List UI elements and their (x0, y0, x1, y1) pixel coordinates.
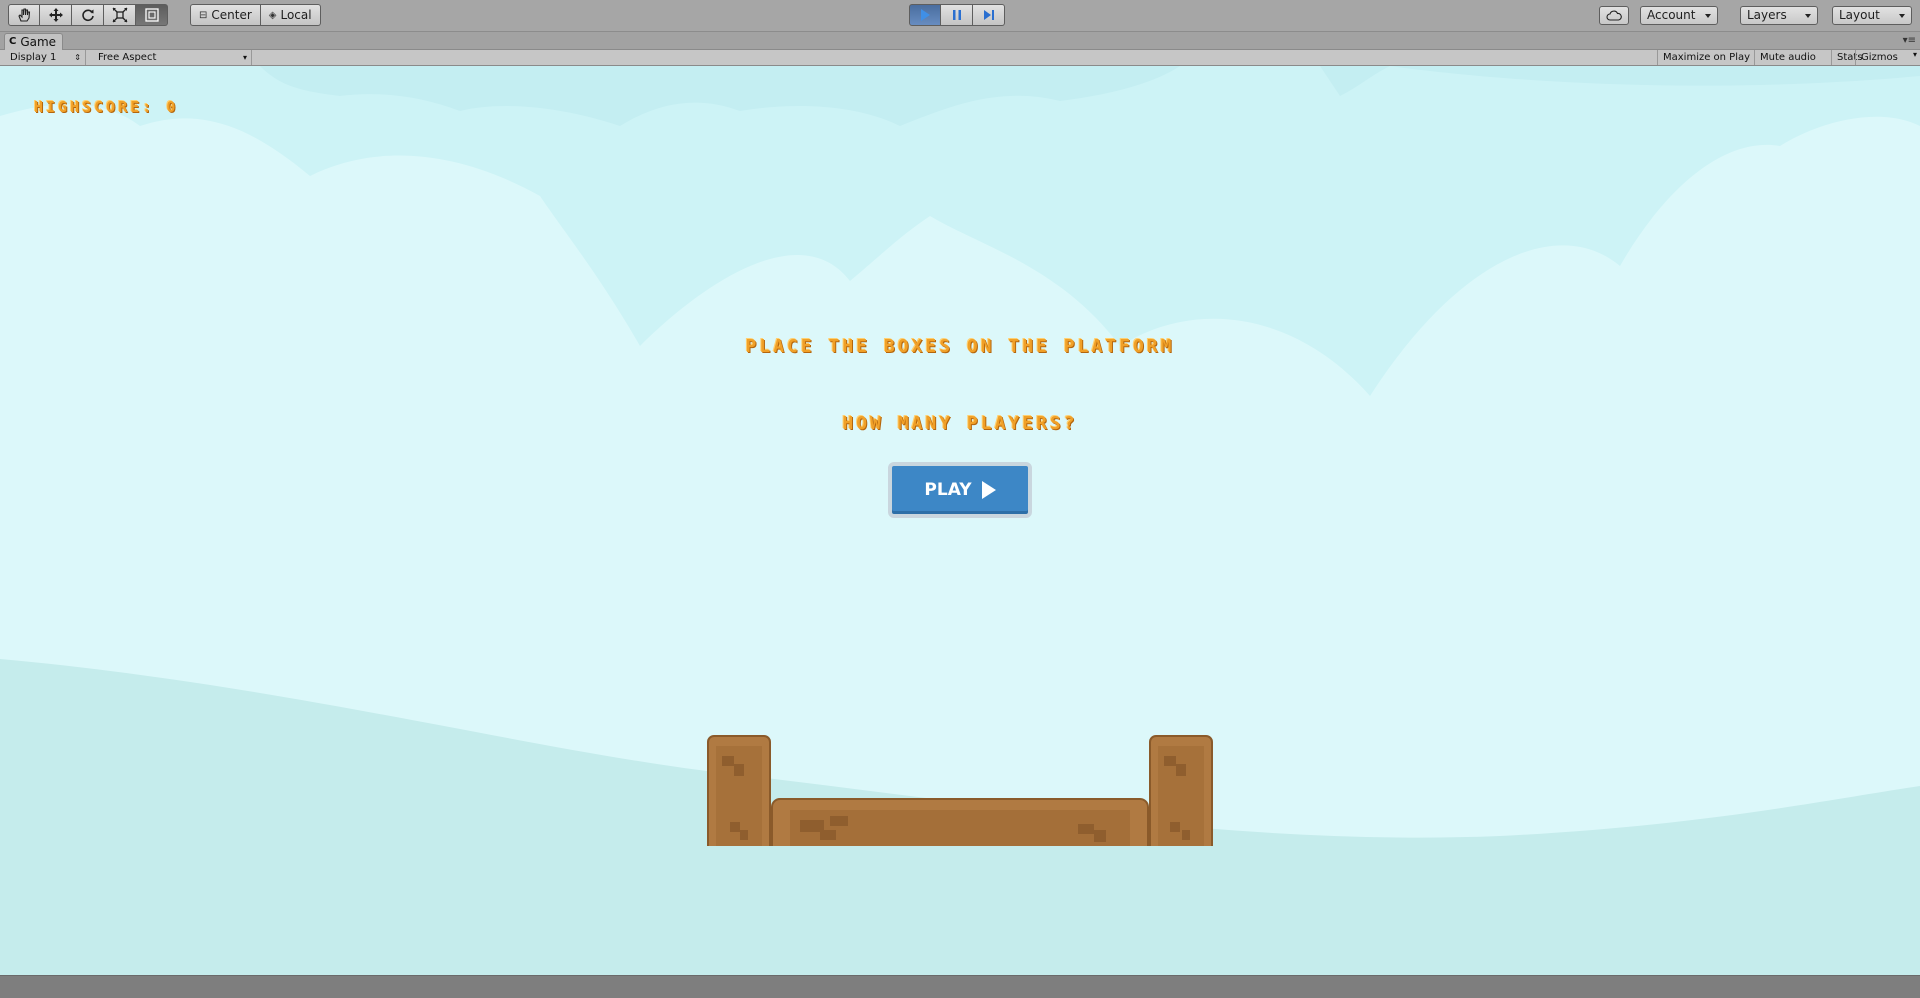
play-button-editor[interactable] (909, 4, 941, 26)
playback-controls (909, 4, 1005, 26)
pivot-local-button[interactable]: ◈ Local (260, 4, 321, 26)
tab-bar: C Game ▾≡ (0, 32, 1920, 50)
account-dropdown[interactable]: Account (1640, 6, 1718, 25)
rotate-tool-button[interactable] (72, 4, 104, 26)
transform-tools (8, 4, 168, 26)
pivot-center-button[interactable]: ⊟ Center (190, 4, 261, 26)
tab-game[interactable]: C Game (4, 33, 64, 50)
mute-audio-label: Mute audio (1760, 52, 1816, 63)
chevron-down-icon (1805, 14, 1811, 18)
pivot-local-label: Local (280, 8, 312, 22)
hand-tool-button[interactable] (8, 4, 40, 26)
rect-tool-button[interactable] (136, 4, 168, 26)
aspect-select[interactable]: Free Aspect ▾ (92, 50, 252, 65)
game-view-toolbar: Display 1 ⇕ Free Aspect ▾ Maximize on Pl… (0, 50, 1920, 66)
pause-icon (950, 8, 964, 22)
status-bar (0, 975, 1920, 998)
tab-menu-icon[interactable]: ▾≡ (1903, 35, 1916, 46)
scale-tool-button[interactable] (104, 4, 136, 26)
chevron-down-icon: ▾ (242, 53, 247, 62)
game-title: PLACE THE BOXES ON THE PLATFORM (745, 336, 1175, 357)
step-icon (982, 8, 996, 22)
play-icon (918, 8, 932, 22)
chevron-down-icon: ▾ (1912, 50, 1917, 59)
hand-icon (16, 7, 32, 23)
game-controller-icon: C (9, 36, 17, 47)
layout-dropdown[interactable]: Layout (1832, 6, 1912, 25)
rotate-icon (80, 7, 96, 23)
mute-audio-toggle[interactable]: Mute audio (1754, 50, 1821, 65)
center-wood-plank (771, 798, 1149, 846)
tab-game-label: Game (20, 35, 57, 49)
game-viewport[interactable]: HIGHSCORE: 0 PLACE THE BOXES ON THE PLAT… (0, 66, 1920, 975)
chevron-down-icon (1899, 14, 1905, 18)
cloud-icon (1606, 6, 1622, 25)
right-wood-pillar (1149, 735, 1213, 846)
pivot-center-icon: ⊟ (199, 9, 208, 21)
scale-icon (112, 7, 128, 23)
account-label: Account (1647, 8, 1696, 22)
rect-transform-icon (144, 7, 160, 23)
left-wood-pillar (707, 735, 771, 846)
local-cube-icon: ◈ (268, 9, 277, 21)
pause-button[interactable] (941, 4, 973, 26)
players-question: HOW MANY PLAYERS? (842, 413, 1078, 434)
layers-dropdown[interactable]: Layers (1740, 6, 1818, 25)
play-game-button[interactable]: PLAY (888, 462, 1032, 518)
play-triangle-icon (981, 481, 996, 499)
layers-label: Layers (1747, 8, 1787, 22)
step-button[interactable] (973, 4, 1005, 26)
move-icon (48, 7, 64, 23)
maximize-on-play-label: Maximize on Play (1663, 52, 1751, 63)
maximize-on-play-toggle[interactable]: Maximize on Play (1657, 50, 1755, 65)
layout-label: Layout (1839, 8, 1880, 22)
pivot-toggles: ⊟ Center ◈ Local (190, 4, 321, 26)
collab-cloud-button[interactable] (1599, 6, 1629, 25)
gizmos-label: Gizmos (1861, 52, 1898, 63)
highscore-text: HIGHSCORE: 0 (34, 98, 179, 116)
chevron-down-icon (1705, 14, 1711, 18)
play-game-label: PLAY (924, 480, 972, 500)
move-tool-button[interactable] (40, 4, 72, 26)
wooden-platform (707, 735, 1213, 846)
display-label: Display 1 (10, 52, 57, 63)
updown-arrow-icon: ⇕ (74, 53, 81, 62)
display-select[interactable]: Display 1 ⇕ (4, 50, 86, 65)
editor-toolbar: ⊟ Center ◈ Local Account Layers Layout (0, 0, 1920, 32)
aspect-label: Free Aspect (98, 52, 157, 63)
pivot-center-label: Center (211, 8, 252, 22)
gizmos-dropdown[interactable]: Gizmos (1855, 50, 1912, 65)
